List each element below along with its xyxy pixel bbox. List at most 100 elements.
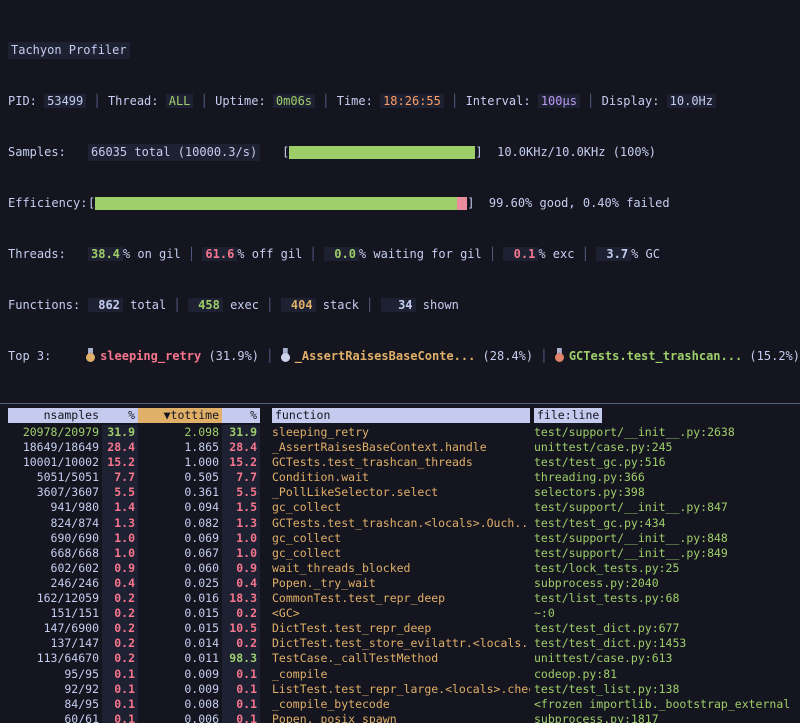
cumulative-percent-cell: 5.5 (222, 485, 260, 500)
status-label-uptime: Uptime: (215, 94, 273, 108)
function-name-cell: DictTest.test_repr_deep (260, 621, 530, 636)
function-stat-item: 404 stack (281, 298, 359, 312)
function-name-cell: gc_collect (260, 500, 530, 515)
file-line-cell: test/support/__init__.py:847 (530, 500, 800, 515)
title-line: Tachyon Profiler (8, 42, 800, 59)
table-row[interactable]: 668/6681.00.0671.0gc_collecttest/support… (0, 546, 800, 561)
table-row[interactable]: 162/120590.20.01618.3CommonTest.test_rep… (0, 591, 800, 606)
column-header-file[interactable]: file:line (534, 408, 602, 423)
header-separator (0, 403, 800, 404)
table-row[interactable]: 10001/1000215.21.00015.2GCTests.test_tra… (0, 455, 800, 470)
cumulative-percent-cell: 10.5 (222, 621, 260, 636)
table-header-row: nsamples % ▼tottime % function file:line (0, 407, 800, 424)
percent-cell: 0.2 (102, 606, 138, 621)
status-item-pid: PID: 53499 (8, 93, 86, 110)
status-item-time: Time: 18:26:55 (337, 93, 444, 110)
samples-progress-bar (289, 146, 475, 159)
top3-label: Top 3: (8, 348, 86, 365)
table-row[interactable]: 824/8741.30.0821.3GCTests.test_trashcan.… (0, 516, 800, 531)
separator: │ (315, 93, 337, 110)
table-row[interactable]: 137/1470.20.0140.2DictTest.test_store_ev… (0, 636, 800, 651)
table-row[interactable]: 602/6020.90.0600.9wait_threads_blockedte… (0, 561, 800, 576)
nsamples-cell: 151/151 (8, 606, 102, 621)
file-line-cell: test/test_gc.py:516 (530, 455, 800, 470)
separator: │ (259, 349, 281, 363)
status-value-time: 18:26:55 (380, 94, 444, 108)
separator: │ (181, 247, 203, 261)
function-name-cell: _compile_bytecode (260, 697, 530, 712)
percent-cell: 15.2 (102, 455, 138, 470)
file-line-cell: unittest/case.py:613 (530, 651, 800, 666)
samples-line: Samples:66035 total (10000.3/s)[] 10.0KH… (8, 144, 800, 161)
function-name-cell: Popen._posix_spawn (260, 712, 530, 723)
column-header-pct2[interactable]: % (222, 408, 260, 423)
function-name-cell: _compile (260, 667, 530, 682)
table-row[interactable]: 3607/36075.50.3615.5_PollLikeSelector.se… (0, 485, 800, 500)
top3-function-name: GCTests.test_trashcan... (569, 349, 742, 363)
table-row[interactable]: 60/610.10.0060.1Popen._posix_spawnsubpro… (0, 712, 800, 723)
thread-stat-suffix: % GC (631, 247, 660, 261)
column-header-nsamples[interactable]: nsamples (8, 408, 102, 423)
table-row[interactable]: 151/1510.20.0150.2<GC>~:0 (0, 606, 800, 621)
function-stat-value: 862 (88, 298, 123, 312)
file-line-cell: selectors.py:398 (530, 485, 800, 500)
table-row[interactable]: 690/6901.00.0691.0gc_collecttest/support… (0, 531, 800, 546)
percent-cell: 5.5 (102, 485, 138, 500)
table-row[interactable]: 20978/2097931.92.09831.9sleeping_retryte… (0, 425, 800, 440)
table-row[interactable]: 95/950.10.0090.1_compilecodeop.py:81 (0, 667, 800, 682)
efficiency-text: 99.60% good, 0.40% failed (489, 195, 670, 212)
table-row[interactable]: 113/646700.20.01198.3TestCase._callTestM… (0, 651, 800, 666)
column-header-tottime-sorted[interactable]: ▼tottime (138, 408, 222, 423)
function-name-cell: wait_threads_blocked (260, 561, 530, 576)
file-line-cell: test/test_list.py:138 (530, 682, 800, 697)
table-row[interactable]: 18649/1864928.41.86528.4_AssertRaisesBas… (0, 440, 800, 455)
table-body: 20978/2097931.92.09831.9sleeping_retryte… (0, 425, 800, 723)
status-label-pid: PID: (8, 94, 44, 108)
thread-stat-value: 3.7 (596, 247, 631, 261)
thread-stat-item: 3.7% GC (596, 247, 660, 261)
file-line-cell: subprocess.py:1817 (530, 712, 800, 723)
tottime-cell: 0.009 (138, 667, 222, 682)
efficiency-gap (474, 195, 488, 212)
column-header-pct1[interactable]: % (102, 408, 138, 423)
table-row[interactable]: 941/9801.40.0941.5gc_collecttest/support… (0, 500, 800, 515)
function-name-cell: Condition.wait (260, 470, 530, 485)
file-line-cell: subprocess.py:2040 (530, 576, 800, 591)
status-item-uptime: Uptime: 0m06s (215, 93, 315, 110)
top3-item: _AssertRaisesBaseConte... (28.4%) (281, 349, 533, 363)
status-label-time: Time: (337, 94, 380, 108)
separator: │ (259, 298, 281, 312)
column-header-function[interactable]: function (272, 408, 530, 423)
status-label-interval: Interval: (466, 94, 538, 108)
percent-cell: 0.2 (102, 621, 138, 636)
nsamples-cell: 3607/3607 (8, 485, 102, 500)
function-name-cell: Popen._try_wait (260, 576, 530, 591)
function-stat-item: 458 exec (188, 298, 259, 312)
column-header-file-wrap: file:line (530, 407, 800, 424)
function-name-cell: _AssertRaisesBaseContext.handle (260, 440, 530, 455)
separator: │ (359, 298, 381, 312)
file-line-cell: test/test_gc.py:434 (530, 516, 800, 531)
table-row[interactable]: 147/69000.20.01510.5DictTest.test_repr_d… (0, 621, 800, 636)
separator: │ (574, 247, 596, 261)
function-name-cell: _PollLikeSelector.select (260, 485, 530, 500)
cumulative-percent-cell: 98.3 (222, 651, 260, 666)
thread-stat-value: 0.0 (324, 247, 359, 261)
nsamples-cell: 137/147 (8, 636, 102, 651)
thread-stat-value: 61.6 (202, 247, 237, 261)
tottime-cell: 0.014 (138, 636, 222, 651)
percent-cell: 0.2 (102, 636, 138, 651)
function-name-cell: CommonTest.test_repr_deep (260, 591, 530, 606)
table-row[interactable]: 246/2460.40.0250.4Popen._try_waitsubproc… (0, 576, 800, 591)
tottime-cell: 0.006 (138, 712, 222, 723)
functions-stats: 862 total │ 458 exec │ 404 stack │ 34 sh… (88, 297, 459, 314)
table-row[interactable]: 84/950.10.0080.1_compile_bytecode<frozen… (0, 697, 800, 712)
nsamples-cell: 5051/5051 (8, 470, 102, 485)
percent-cell: 0.1 (102, 682, 138, 697)
top3-line: Top 3:sleeping_retry (31.9%) │ _AssertRa… (8, 348, 800, 365)
nsamples-cell: 147/6900 (8, 621, 102, 636)
table-row[interactable]: 92/920.10.0090.1ListTest.test_repr_large… (0, 682, 800, 697)
cumulative-percent-cell: 7.7 (222, 470, 260, 485)
table-row[interactable]: 5051/50517.70.5057.7Condition.waitthread… (0, 470, 800, 485)
profiler-window: Tachyon Profiler PID: 53499 │ Thread: AL… (0, 0, 800, 723)
